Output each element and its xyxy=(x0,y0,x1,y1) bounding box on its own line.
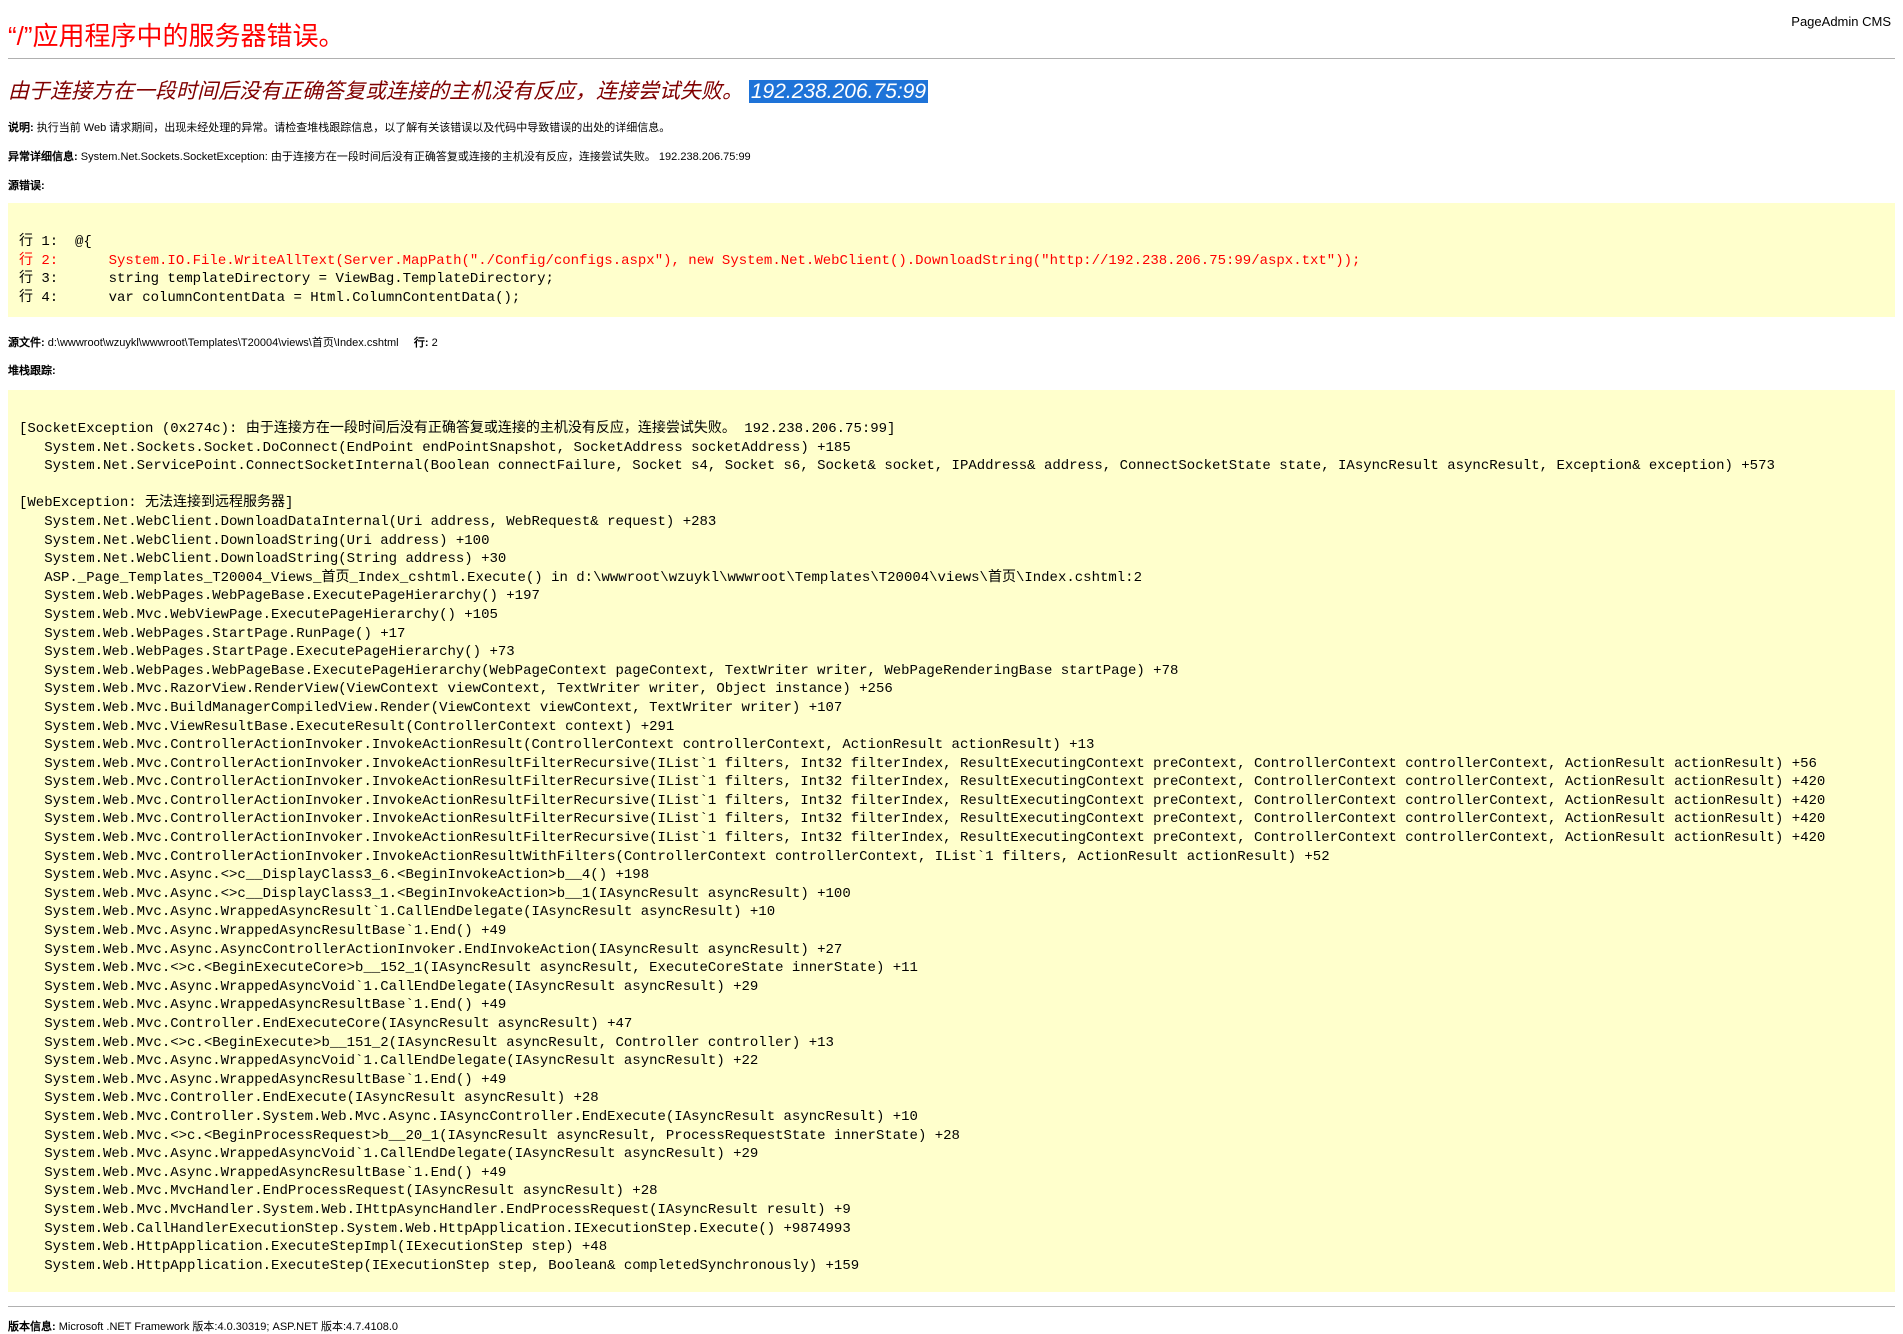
stack-trace-line: System.Web.Mvc.Controller.System.Web.Mvc… xyxy=(19,1108,918,1125)
stack-trace-line: System.Web.Mvc.ControllerActionInvoker.I… xyxy=(19,774,1826,791)
stack-trace-line: System.Net.Sockets.Socket.DoConnect(EndP… xyxy=(19,439,851,456)
stack-trace-line: System.Web.Mvc.Async.WrappedAsyncResultB… xyxy=(19,997,507,1014)
stack-trace-line: System.Web.Mvc.Async.<>c__DisplayClass3_… xyxy=(19,867,650,884)
error-message-text: 由于连接方在一段时间后没有正确答复或连接的主机没有反应，连接尝试失败。 xyxy=(8,80,743,103)
stack-trace-line: System.Web.Mvc.Async.WrappedAsyncVoid`1.… xyxy=(19,978,759,995)
version-info-text: Microsoft .NET Framework 版本:4.0.30319; A… xyxy=(58,1321,399,1333)
source-error-row: 源错误: xyxy=(8,177,45,193)
stack-trace-line: System.Web.Mvc.Controller.EndExecuteCore… xyxy=(19,1016,633,1032)
stack-trace-line: System.Web.WebPages.StartPage.ExecutePag… xyxy=(19,644,515,661)
stack-trace-line: System.Web.WebPages.WebPageBase.ExecuteP… xyxy=(19,662,1179,679)
stack-trace-line: System.Web.Mvc.ControllerActionInvoker.I… xyxy=(19,737,1095,754)
version-info-label: 版本信息: xyxy=(8,1321,56,1333)
stack-trace-line xyxy=(19,476,1895,495)
source-error-label: 源错误: xyxy=(8,180,45,192)
description-label: 说明: xyxy=(8,122,34,134)
title-divider xyxy=(8,58,1895,59)
stack-trace-line: System.Web.HttpApplication.ExecuteStepIm… xyxy=(19,1239,608,1256)
exception-details-text: System.Net.Sockets.SocketException: 由于连接… xyxy=(80,151,751,163)
stack-trace-line: System.Web.Mvc.ControllerActionInvoker.I… xyxy=(19,811,1826,828)
stack-trace-line: System.Web.HttpApplication.ExecuteStep(I… xyxy=(19,1257,860,1274)
exception-details-label: 异常详细信息: xyxy=(8,151,78,163)
brand-label: PageAdmin CMS xyxy=(1791,14,1891,29)
stack-trace-line: System.Web.Mvc.Async.WrappedAsyncVoid`1.… xyxy=(19,1053,759,1070)
source-file-row: 源文件: d:\wwwroot\wzuykl\wwwroot\Templates… xyxy=(8,334,438,350)
description-text: 执行当前 Web 请求期间，出现未经处理的异常。请检查堆栈跟踪信息，以了解有关该… xyxy=(36,122,671,134)
description-row: 说明: 执行当前 Web 请求期间，出现未经处理的异常。请检查堆栈跟踪信息，以了… xyxy=(8,119,670,135)
stack-trace-line: System.Web.Mvc.ControllerActionInvoker.I… xyxy=(19,755,1817,772)
stack-trace-line: System.Web.Mvc.Async.<>c__DisplayClass3_… xyxy=(19,885,851,902)
stack-trace-line: System.Net.WebClient.DownloadString(Uri … xyxy=(19,532,490,549)
stack-trace-line: System.Web.Mvc.Async.WrappedAsyncResultB… xyxy=(19,1164,507,1181)
source-file-label: 源文件: xyxy=(8,337,45,349)
stack-trace-row: 堆栈跟踪: xyxy=(8,362,56,378)
stack-trace-line: System.Web.Mvc.ViewResultBase.ExecuteRes… xyxy=(19,718,675,735)
error-page: PageAdmin CMS “/”应用程序中的服务器错误。 由于连接方在一段时间… xyxy=(0,0,1903,1333)
stack-trace-line: System.Web.CallHandlerExecutionStep.Syst… xyxy=(19,1220,851,1237)
stack-trace-line: System.Net.ServicePoint.ConnectSocketInt… xyxy=(19,458,1775,475)
stack-trace-line: System.Web.Mvc.<>c.<BeginExecute>b__151_… xyxy=(19,1034,834,1051)
exception-details-row: 异常详细信息: System.Net.Sockets.SocketExcepti… xyxy=(8,148,751,164)
stack-trace-line: System.Web.Mvc.ControllerActionInvoker.I… xyxy=(19,830,1826,847)
page-title: “/”应用程序中的服务器错误。 xyxy=(8,21,345,51)
stack-trace-line: System.Web.Mvc.Async.AsyncControllerActi… xyxy=(19,941,843,958)
version-info-row: 版本信息: Microsoft .NET Framework 版本:4.0.30… xyxy=(8,1318,398,1334)
stack-trace-line: System.Web.Mvc.BuildManagerCompiledView.… xyxy=(19,699,843,716)
source-line: 行 4: var columnContentData = Html.Column… xyxy=(19,289,521,306)
source-line: 行 3: string templateDirectory = ViewBag.… xyxy=(19,271,554,288)
source-line-number: 2 xyxy=(431,337,438,349)
stack-trace-line: System.Net.WebClient.DownloadString(Stri… xyxy=(19,551,507,568)
source-file-path: d:\wwwroot\wzuykl\wwwroot\Templates\T200… xyxy=(47,337,399,349)
stack-trace-line: [WebException: 无法连接到远程服务器] xyxy=(19,495,294,512)
stack-trace-line: System.Web.Mvc.ControllerActionInvoker.I… xyxy=(19,792,1826,809)
stack-trace-line: System.Web.Mvc.MvcHandler.System.Web.IHt… xyxy=(19,1201,851,1218)
stack-trace-line: System.Web.Mvc.Async.WrappedAsyncResultB… xyxy=(19,1071,507,1088)
stack-trace-line: System.Net.WebClient.DownloadDataInterna… xyxy=(19,513,717,530)
stack-trace-code-block: [SocketException (0x274c): 由于连接方在一段时间后没有… xyxy=(8,390,1895,1292)
footer-divider xyxy=(8,1306,1895,1307)
stack-trace-line: System.Web.Mvc.MvcHandler.EndProcessRequ… xyxy=(19,1183,658,1200)
stack-trace-line: System.Web.Mvc.<>c.<BeginProcessRequest>… xyxy=(19,1127,960,1144)
stack-trace-line: System.Web.Mvc.Async.WrappedAsyncResult`… xyxy=(19,904,776,921)
stack-trace-line: System.Web.Mvc.Controller.EndExecute(IAs… xyxy=(19,1090,599,1107)
stack-trace-line: System.Web.Mvc.ControllerActionInvoker.I… xyxy=(19,848,1330,865)
source-line-label: 行: xyxy=(413,337,429,349)
source-line: 行 1: @{ xyxy=(19,234,92,250)
error-address-selected[interactable]: 192.238.206.75:99 xyxy=(748,80,929,103)
stack-trace-label: 堆栈跟踪: xyxy=(8,365,56,377)
source-error-code-block: 行 1: @{ 行 2: System.IO.File.WriteAllText(… xyxy=(8,203,1895,317)
stack-trace-line: System.Web.WebPages.WebPageBase.ExecuteP… xyxy=(19,588,540,605)
stack-trace-line: ASP._Page_Templates_T20004_Views_首页_Inde… xyxy=(19,569,1142,586)
error-message-heading: 由于连接方在一段时间后没有正确答复或连接的主机没有反应，连接尝试失败。 192.… xyxy=(8,75,929,105)
stack-trace-line: System.Web.Mvc.<>c.<BeginExecuteCore>b__… xyxy=(19,960,918,977)
stack-trace-line: System.Web.WebPages.StartPage.RunPage() … xyxy=(19,625,406,642)
source-line-error: 行 2: System.IO.File.WriteAllText(Server.… xyxy=(19,252,1361,269)
stack-trace-line: System.Web.Mvc.Async.WrappedAsyncResultB… xyxy=(19,923,507,940)
stack-trace-line: [SocketException (0x274c): 由于连接方在一段时间后没有… xyxy=(19,421,896,437)
stack-trace-line: System.Web.Mvc.RazorView.RenderView(View… xyxy=(19,681,893,698)
stack-trace-line: System.Web.Mvc.Async.WrappedAsyncVoid`1.… xyxy=(19,1146,759,1163)
stack-trace-line: System.Web.Mvc.WebViewPage.ExecutePageHi… xyxy=(19,606,498,623)
